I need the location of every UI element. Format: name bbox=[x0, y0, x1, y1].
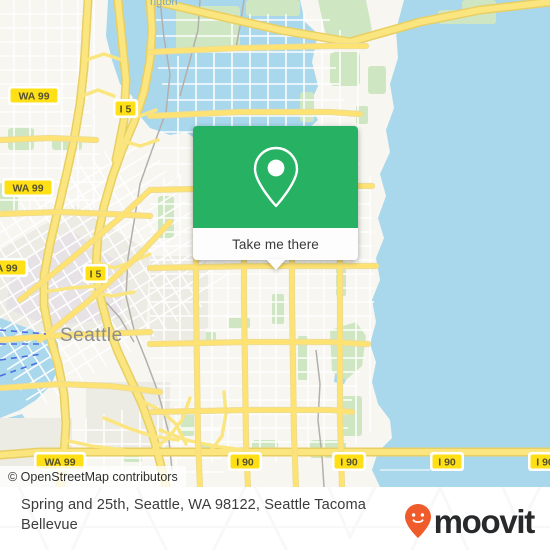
location-caption: Spring and 25th, Seattle, WA 98122, Seat… bbox=[21, 497, 366, 533]
svg-text:WA 99: WA 99 bbox=[18, 91, 49, 103]
svg-text:WA 99: WA 99 bbox=[12, 183, 43, 195]
shield-wa99-north: WA 99 bbox=[8, 86, 60, 105]
shield-wa99-downtown: WA 99 bbox=[0, 258, 28, 277]
shield-i90-4: I 90 bbox=[528, 452, 550, 471]
shield-wa99-mid: WA 99 bbox=[2, 178, 54, 197]
svg-text:I 90: I 90 bbox=[236, 457, 254, 469]
attribution-text: © OpenStreetMap contributors bbox=[8, 469, 178, 484]
water-lake-washington bbox=[370, 0, 550, 487]
svg-text:I 5: I 5 bbox=[90, 269, 102, 281]
svg-text:I 90: I 90 bbox=[438, 457, 456, 469]
map-viewport[interactable]: Seattle ngton WA 99 I 5 WA 99 99 I 5 WA … bbox=[0, 0, 550, 487]
shield-i5-north: I 5 bbox=[113, 99, 138, 118]
popup-action-bar[interactable]: Take me there bbox=[193, 228, 358, 260]
map-attribution[interactable]: © OpenStreetMap contributors bbox=[0, 466, 186, 487]
shield-i90-1: I 90 bbox=[228, 452, 262, 471]
shield-i90-3: I 90 bbox=[430, 452, 464, 471]
map-label-lake-washington: ngton bbox=[150, 0, 178, 8]
shield-i5-downtown: I 5 bbox=[83, 264, 108, 283]
footer-bar: Spring and 25th, Seattle, WA 98122, Seat… bbox=[0, 487, 550, 550]
svg-text:I 90: I 90 bbox=[536, 457, 550, 469]
take-me-there-label: Take me there bbox=[232, 236, 319, 252]
svg-text:I 5: I 5 bbox=[120, 104, 132, 116]
svg-text:WA 99: WA 99 bbox=[0, 263, 18, 275]
location-popup-card[interactable]: Take me there bbox=[193, 126, 358, 270]
moovit-wordmark: moovit bbox=[433, 502, 536, 540]
location-pin-icon bbox=[253, 146, 298, 208]
popup-tail-pointer bbox=[266, 259, 286, 270]
popup-header bbox=[193, 126, 358, 228]
moovit-map-screenshot: Seattle ngton WA 99 I 5 WA 99 99 I 5 WA … bbox=[0, 0, 550, 550]
moovit-smiley-pin-icon bbox=[404, 504, 431, 538]
shield-i90-2: I 90 bbox=[332, 452, 366, 471]
svg-text:I 90: I 90 bbox=[340, 457, 358, 469]
map-label-seattle: Seattle bbox=[60, 325, 123, 346]
moovit-brand-logo[interactable]: moovit bbox=[404, 502, 536, 540]
